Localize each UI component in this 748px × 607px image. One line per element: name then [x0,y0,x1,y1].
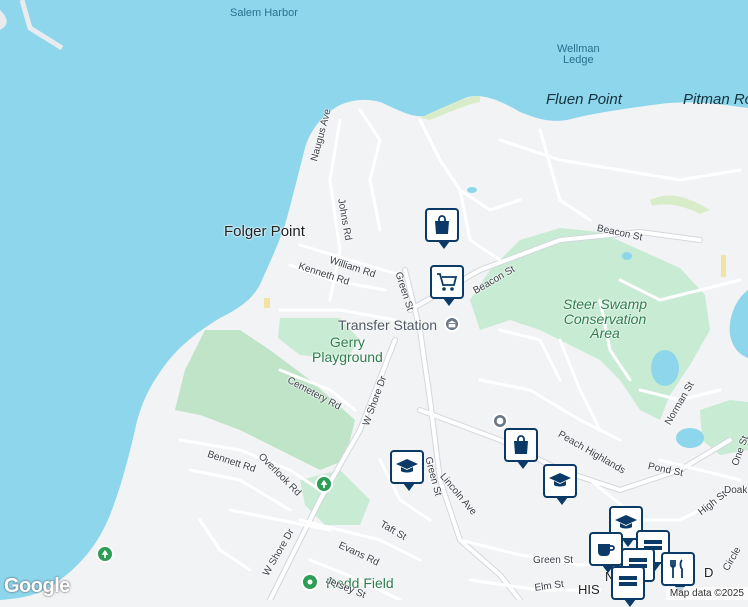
gerry-playground-label: Gerry Playground [312,334,383,365]
tree-icon [320,479,328,489]
fork-knife-icon [670,559,683,578]
shopping-bag-marker[interactable] [425,208,459,249]
shopping-bag-icon [435,215,449,234]
pond-2 [676,428,704,448]
school-marker-2[interactable] [543,464,577,505]
restaurant-marker[interactable] [661,552,695,593]
field-icon [307,579,313,585]
graduation-cap-icon [396,459,418,473]
d-partial-label: D [704,565,714,580]
bank-icon [447,320,457,328]
steer-swamp-label: Steer Swamp Conservation Area [563,296,648,342]
folger-point-label: Folger Point [224,223,305,240]
field-pin[interactable] [301,573,319,591]
street-doak: Doak [724,485,748,496]
park-pin[interactable] [315,475,333,493]
shopping-bag-marker-2[interactable] [504,428,538,469]
graduation-cap-icon [549,473,571,487]
tree-icon [101,549,109,559]
hist-district-label: HIS [578,582,600,597]
school-marker[interactable] [390,450,424,491]
shopping-bag-icon [514,435,528,454]
transfer-station-label: Transfer Station [338,317,438,333]
cluster-marker-3[interactable] [611,566,645,607]
coffee-cup-icon [598,544,615,556]
place-pin[interactable] [492,413,508,429]
google-logo[interactable]: Google [4,575,70,598]
street-green-st-east: Green St [533,555,574,566]
pond-4 [467,187,477,193]
pond-3 [622,252,632,260]
globe-icon [496,417,504,425]
shopping-cart-icon [437,273,458,291]
beach-sand-2 [721,255,726,277]
salem-harbor-label: Salem Harbor [230,7,298,19]
fluen-point-label: Fluen Point [546,91,622,108]
shopping-cart-marker[interactable] [430,265,464,306]
pond [651,350,679,386]
pitman-road-label: Pitman Ro [683,91,748,108]
map-attribution[interactable]: Map data ©2025 [665,587,748,600]
wellman-ledge-label: Wellman Ledge [557,43,600,66]
stack-icon [619,576,637,586]
park-pin-2[interactable] [96,545,114,563]
coffee-marker[interactable] [589,532,623,573]
beach-sand [264,298,270,308]
landmark-pin[interactable] [444,316,460,332]
